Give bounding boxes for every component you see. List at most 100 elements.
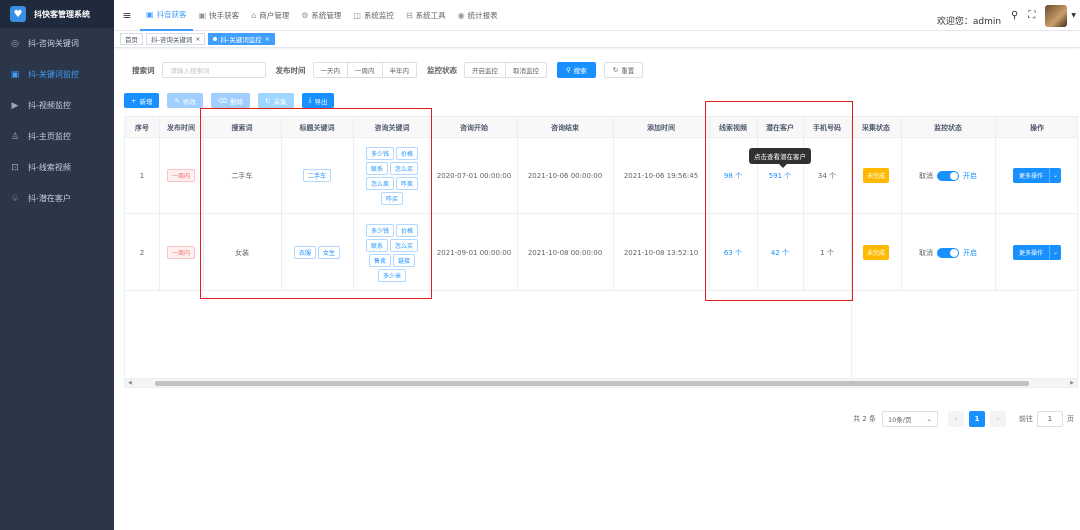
monitor-icon: ▣	[10, 69, 20, 80]
monitor-off-label: 取消	[919, 171, 933, 180]
refresh-icon: ↻	[265, 96, 271, 105]
reset-button[interactable]: ↻ 重置	[603, 62, 644, 78]
monitor-toggle[interactable]	[937, 170, 959, 181]
cell-consult-keyword: 多少钱 价格 联系 怎么买 怎么卖 咋卖 咋买	[353, 138, 431, 213]
page-size-value: 10条/页	[888, 416, 912, 424]
close-icon[interactable]: ×	[265, 36, 270, 43]
search-button[interactable]: ⚲ 搜索	[557, 62, 596, 78]
sidebar-item-4[interactable]: ♙ 抖-主页监控	[0, 121, 114, 152]
close-icon[interactable]: ×	[195, 36, 200, 43]
export-button[interactable]: ⤓ 导出	[301, 93, 335, 108]
cell-consult-end: 2021-10-08 00:00:00	[527, 248, 603, 257]
sidebar-item-3[interactable]: ▶ 抖-视频监控	[0, 90, 114, 121]
chevron-down-icon[interactable]: ⌄	[1049, 168, 1061, 183]
monitor-status-option[interactable]: 开启监控	[464, 62, 506, 78]
header-phone: 手机号码	[813, 123, 841, 132]
monitor-on-label: 开启	[963, 171, 977, 180]
topnav-item-2[interactable]: ▣ 快手获客	[193, 0, 246, 31]
prev-page-button[interactable]: ‹	[948, 411, 964, 427]
tag-consult-keyword[interactable]: 抖-咨询关键词 ×	[146, 33, 206, 45]
edit-icon: ✎	[174, 96, 180, 105]
edit-button-label: 修改	[182, 97, 196, 106]
fullscreen-icon[interactable]: ⛶	[1028, 10, 1035, 21]
potential-customer-tooltip: 点击查看潜在客户	[749, 148, 811, 168]
header-consult-end: 咨询结束	[551, 123, 579, 132]
publish-time-badge: 一周内	[166, 169, 195, 182]
search-icon[interactable]: ⚲	[1011, 10, 1018, 21]
topnav-item-5[interactable]: ◫ 系统监控	[347, 0, 400, 31]
topnav-item-6[interactable]: ⊟ 系统工具	[400, 0, 452, 31]
topnav-item-1[interactable]: ▣ 抖音获客	[140, 0, 193, 31]
monitor-toggle[interactable]	[937, 247, 959, 258]
video-icon: ▶	[11, 100, 19, 111]
chevron-down-icon[interactable]: ⌄	[1049, 245, 1061, 260]
app-logo[interactable]: ♥ 抖快客管理系统	[0, 0, 114, 28]
cell-monitor-status: 取消 开启	[901, 138, 995, 213]
page-1-button[interactable]: 1	[969, 411, 985, 427]
scroll-thumb[interactable]	[155, 381, 1029, 386]
tag-consult-keyword-label: 抖-咨询关键词	[151, 36, 193, 44]
monitor-status-radio-group: 开启监控 取消监控	[464, 62, 547, 78]
page-size-select[interactable]: 10条/页 ⌄	[882, 411, 938, 427]
topnav-item-label: 系统工具	[415, 10, 446, 20]
goto-page-input[interactable]: 1	[1037, 411, 1063, 427]
next-page-button[interactable]: ›	[990, 411, 1006, 427]
more-actions-button[interactable]: 更多操作 ⌄	[1012, 245, 1061, 260]
delete-button-label: 删除	[230, 97, 244, 106]
clue-video-link[interactable]: 63 个	[709, 215, 757, 290]
horizontal-scrollbar[interactable]: ◀ ▶	[125, 378, 1077, 387]
delete-button[interactable]: ⌫ 删除	[210, 93, 251, 108]
tag-home[interactable]: 首页	[120, 33, 143, 45]
topnav-item-label: 系统管理	[311, 10, 342, 20]
header-added-time: 添加时间	[647, 123, 675, 132]
cell-consult-keyword: 多少钱 价格 联系 怎么买 售卖 链接 多少米	[353, 215, 431, 290]
cell-index: 2	[139, 248, 145, 257]
topnav-item-7[interactable]: ◉ 统计报表	[452, 0, 504, 31]
cell-consult-end: 2021-10-06 00:00:00	[527, 171, 603, 180]
tag-keyword-monitor[interactable]: 抖-关键词监控 ×	[208, 33, 275, 45]
more-actions-button[interactable]: 更多操作 ⌄	[1012, 168, 1061, 183]
collect-status-badge: 未完成	[862, 168, 889, 183]
tag-home-label: 首页	[125, 36, 138, 44]
consult-keyword-tag: 价格	[396, 146, 419, 160]
collect-button[interactable]: ↻ 采集	[258, 93, 294, 108]
sidebar-item-2[interactable]: ▣ 抖-关键词监控	[0, 59, 114, 90]
keyword-label: 搜索词	[132, 65, 155, 75]
table-row: 2 一周内 女装 衣服 女生 多少钱 价格 联系 怎么买 售卖 链接 多少米 2021-09-01 00…	[125, 215, 1077, 291]
collect-button-label: 采集	[273, 97, 287, 106]
publish-time-option[interactable]: 半年内	[381, 62, 417, 78]
cell-title-keyword: 衣服 女生	[281, 215, 353, 290]
publish-time-option[interactable]: 一周内	[347, 62, 383, 78]
topnav-item-label: 统计报表	[467, 10, 498, 20]
sidebar-item-6[interactable]: ♧ 抖-潜在客户	[0, 183, 114, 214]
sidebar-item-5[interactable]: ⊡ 抖-线索视频	[0, 152, 114, 183]
plus-icon: +	[131, 96, 137, 105]
toolbar: + 新增 ✎ 修改 ⌫ 删除 ↻ 采集 ⤓ 导出	[124, 93, 342, 108]
topnav-item-4[interactable]: ⚙ 系统管理	[295, 0, 347, 31]
edit-button[interactable]: ✎ 修改	[167, 93, 203, 108]
avatar[interactable]	[1045, 4, 1068, 27]
tags-view: 首页 抖-咨询关键词 × 抖-关键词监控 ×	[114, 31, 1080, 48]
keyword-input[interactable]: 请输入搜索词	[161, 62, 266, 78]
cell-consult-start: 2021-09-01 00:00:00	[436, 248, 512, 257]
heart-icon: ♥	[10, 6, 26, 22]
scroll-left-icon[interactable]: ◀	[128, 380, 132, 386]
chart-icon: ◉	[457, 10, 465, 20]
hamburger-icon[interactable]: ≡	[114, 9, 140, 22]
potential-customer-link[interactable]: 42 个	[757, 215, 803, 290]
cell-title-keyword: 二手车	[281, 138, 353, 213]
consult-keyword-tag: 价格	[396, 223, 419, 237]
download-icon: ⤓	[308, 96, 312, 104]
consult-keyword-tag: 多少米	[377, 268, 406, 282]
caret-down-icon[interactable]: ▼	[1071, 12, 1076, 19]
consult-keyword-tag: 联系	[365, 238, 388, 252]
cell-operation: 更多操作 ⌄	[995, 138, 1077, 213]
sidebar: ♥ 抖快客管理系统 ◎ 抖-咨询关键词 ▣ 抖-关键词监控 ▶ 抖-视频监控 ♙ 抖-主页监控…	[0, 0, 114, 530]
topnav-item-3[interactable]: ⌂ 商户管理	[245, 0, 295, 31]
sidebar-item-1[interactable]: ◎ 抖-咨询关键词	[0, 28, 114, 59]
monitor-status-option[interactable]: 取消监控	[505, 62, 547, 78]
publish-time-option[interactable]: 一天内	[312, 62, 348, 78]
scroll-right-icon[interactable]: ▶	[1070, 380, 1074, 386]
add-button[interactable]: + 新增	[124, 93, 160, 108]
chevron-down-icon: ⌄	[926, 415, 932, 423]
